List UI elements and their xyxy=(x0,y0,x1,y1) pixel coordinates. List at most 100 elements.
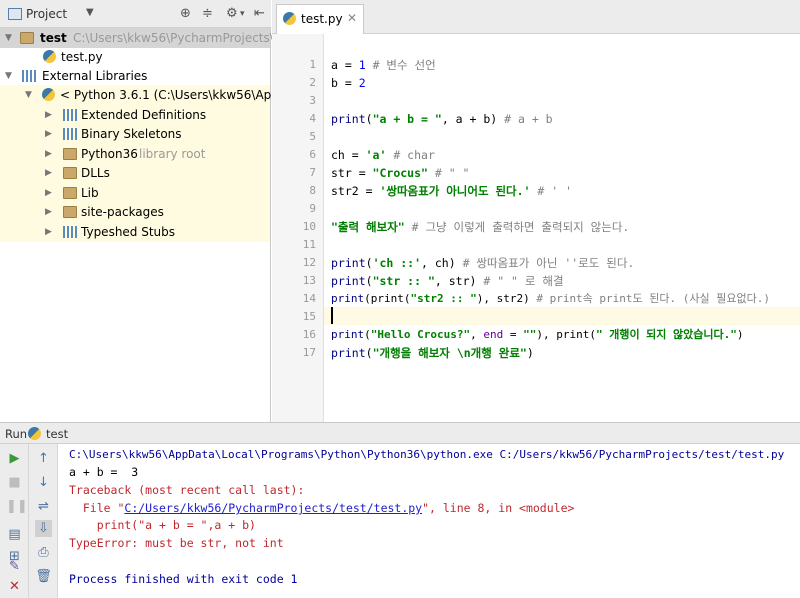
arrow-up-icon[interactable]: ↑ xyxy=(35,450,52,467)
tree-item-label: Binary Skeletons xyxy=(81,127,182,141)
tree-item-lib[interactable]: ▶ Lib xyxy=(0,183,270,203)
library-icon xyxy=(22,70,36,82)
expanded-arrow-icon[interactable]: ▼ xyxy=(5,66,12,86)
line-number: 6 xyxy=(309,148,316,161)
tree-item-typeshed-stubs[interactable]: ▶ Typeshed Stubs xyxy=(0,222,270,242)
line-number: 7 xyxy=(309,166,316,179)
locate-icon[interactable]: ⊕ xyxy=(180,6,191,21)
console-line-exit: Process finished with exit code 1 xyxy=(69,572,298,586)
text-caret xyxy=(331,307,333,324)
folder-icon xyxy=(63,148,77,160)
tab-label: test.py xyxy=(301,12,343,26)
run-tab-test[interactable]: test xyxy=(46,427,68,441)
line-number: 2 xyxy=(309,76,316,89)
tree-item-label: Lib xyxy=(81,186,99,200)
layout-icon[interactable]: ▤ xyxy=(6,526,23,543)
python-file-icon xyxy=(43,50,56,63)
code-line-10: "출력 해보자" # 그냥 이렇게 출력하면 출력되지 않는다. xyxy=(331,220,630,234)
code-line-6: ch = 'a' # char xyxy=(331,148,435,162)
clear-all-icon[interactable]: 🗑 xyxy=(35,568,52,585)
editor-tab-bar: test.py ✕ xyxy=(272,0,800,34)
hide-panel-icon[interactable]: ⇤ xyxy=(254,6,265,21)
console-line-file: File "C:/Users/kkw56/PycharmProjects/tes… xyxy=(69,501,575,515)
chevron-down-icon[interactable]: ▼ xyxy=(86,7,94,18)
project-view-icon xyxy=(8,8,22,20)
pause-icon[interactable]: ❚❚ xyxy=(6,498,28,515)
line-number: 12 xyxy=(302,256,316,269)
run-console[interactable]: C:\Users\kkw56\AppData\Local\Programs\Py… xyxy=(58,444,800,598)
pin-icon[interactable]: ✎ xyxy=(6,558,23,575)
tree-item-test-project[interactable]: ▼ test C:\Users\kkw56\PycharmProjects\t xyxy=(0,28,279,48)
gear-dropdown-icon[interactable]: ▾ xyxy=(240,9,245,19)
tree-item-path: C:\Users\kkw56\PycharmProjects\t xyxy=(73,31,279,45)
collapsed-arrow-icon[interactable]: ▶ xyxy=(45,163,52,183)
folder-icon xyxy=(63,167,77,179)
python-file-icon xyxy=(283,12,296,25)
close-icon[interactable]: ✕ xyxy=(6,578,23,595)
tree-item-label: Python36 xyxy=(81,147,138,161)
line-number: 14 xyxy=(302,292,316,305)
line-number: 15 xyxy=(302,310,316,323)
file-link[interactable]: C:/Users/kkw56/PycharmProjects/test/test… xyxy=(124,501,422,515)
tab-test-py[interactable]: test.py ✕ xyxy=(276,4,364,34)
tree-item-python-sdk[interactable]: ▼ < Python 3.6.1 (C:\Users\kkw56\AppL xyxy=(0,85,286,105)
close-icon[interactable]: ✕ xyxy=(347,11,357,25)
gear-icon[interactable]: ⚙ xyxy=(226,6,238,21)
line-number: 10 xyxy=(302,220,316,233)
line-number: 17 xyxy=(302,346,316,359)
expanded-arrow-icon[interactable]: ▼ xyxy=(25,85,32,105)
editor: test.py ✕ 1 2 3 4 5 6 7 8 9 10 11 12 13 … xyxy=(272,0,800,422)
tree-item-external-libraries[interactable]: ▼ External Libraries xyxy=(0,66,270,86)
line-number: 8 xyxy=(309,184,316,197)
code-line-12: print('ch ::', ch) # 쌍따옴표가 아닌 ''로도 된다. xyxy=(331,256,635,270)
line-number-gutter: 1 2 3 4 5 6 7 8 9 10 11 12 13 14 15 16 1… xyxy=(272,34,324,422)
tree-item-label: Extended Definitions xyxy=(81,108,207,122)
collapsed-arrow-icon[interactable]: ▶ xyxy=(45,105,52,125)
tree-item-dlls[interactable]: ▶ DLLs xyxy=(0,163,270,183)
code-line-16: print("Hello Crocus?", end = ""), print(… xyxy=(331,328,744,341)
code-area[interactable]: a = 1 # 변수 선언 b = 2 print("a + b = ", a … xyxy=(324,34,800,422)
code-line-13: print("str :: ", str) # " " 로 해결 xyxy=(331,274,564,288)
tree-item-test-py[interactable]: test.py xyxy=(0,47,270,67)
tree-item-extended-definitions[interactable]: ▶ Extended Definitions xyxy=(0,105,270,125)
collapsed-arrow-icon[interactable]: ▶ xyxy=(45,124,52,144)
collapse-all-icon[interactable]: ≑ xyxy=(202,6,213,21)
project-view-selector[interactable]: Project xyxy=(26,7,67,21)
line-number: 11 xyxy=(302,238,316,251)
tree-item-site-packages[interactable]: ▶ site-packages xyxy=(0,202,270,222)
console-line-traceback: Traceback (most recent call last): xyxy=(69,483,305,497)
console-line-error: TypeError: must be str, not int xyxy=(69,536,284,550)
tree-item-label: Typeshed Stubs xyxy=(81,225,176,239)
collapsed-arrow-icon[interactable]: ▶ xyxy=(45,144,52,164)
line-number: 9 xyxy=(309,202,316,215)
console-line-output: a + b = 3 xyxy=(69,465,139,479)
tree-item-label: < Python 3.6.1 (C:\Users\kkw56\AppL xyxy=(60,88,286,102)
tree-item-binary-skeletons[interactable]: ▶ Binary Skeletons xyxy=(0,124,270,144)
code-line-17: print("개행을 해보자 \n개행 완료") xyxy=(331,346,534,360)
print-icon[interactable]: ⎙ xyxy=(35,544,52,561)
stop-icon[interactable]: ■ xyxy=(6,474,23,491)
collapsed-arrow-icon[interactable]: ▶ xyxy=(45,202,52,222)
tree-item-label: test.py xyxy=(61,50,103,64)
arrow-down-icon[interactable]: ↓ xyxy=(35,474,52,491)
soft-wrap-icon[interactable]: ⇌ xyxy=(35,498,52,515)
project-panel: Project ▼ ⊕ ≑ ⚙ ▾ ⇤ ▼ test C:\Users\kkw5… xyxy=(0,0,286,422)
line-number: 16 xyxy=(302,328,316,341)
tree-item-label: DLLs xyxy=(81,166,110,180)
tree-item-python36[interactable]: ▶ Python36 library root xyxy=(0,144,270,164)
folder-icon xyxy=(63,187,77,199)
project-panel-header: Project ▼ ⊕ ≑ ⚙ ▾ ⇤ xyxy=(0,0,271,28)
rerun-icon[interactable]: ▶ xyxy=(6,450,23,467)
code-line-7: str = "Crocus" # " " xyxy=(331,166,470,180)
code-line-8: str2 = '쌍따옴표가 아니어도 된다.' # ' ' xyxy=(331,184,573,198)
collapsed-arrow-icon[interactable]: ▶ xyxy=(45,222,52,242)
run-toolbar-secondary: ↑ ↓ ⇌ ⇩ ⎙ 🗑 xyxy=(29,444,58,598)
code-line-2: b = 2 xyxy=(331,76,366,90)
collapsed-arrow-icon[interactable]: ▶ xyxy=(45,183,52,203)
python-sdk-icon xyxy=(42,88,55,101)
expanded-arrow-icon[interactable]: ▼ xyxy=(5,28,12,48)
scroll-to-end-icon[interactable]: ⇩ xyxy=(35,520,52,537)
folder-icon xyxy=(63,206,77,218)
line-number: 3 xyxy=(309,94,316,107)
code-line-1: a = 1 # 변수 선언 xyxy=(331,58,436,72)
